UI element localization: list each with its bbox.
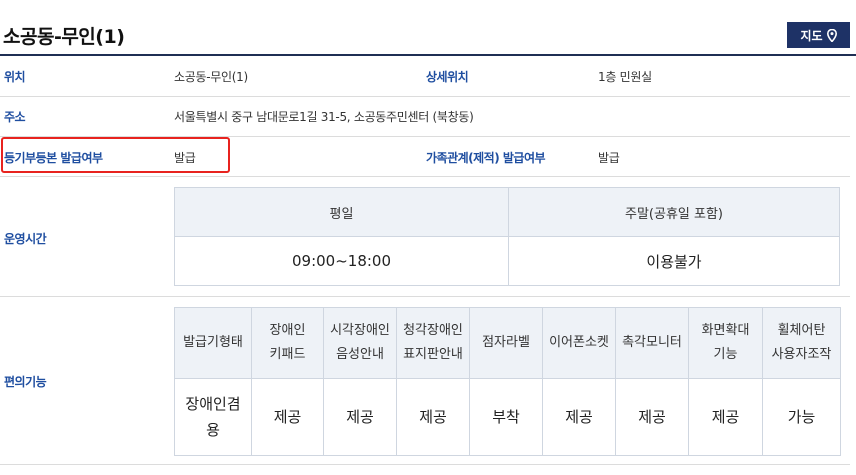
conv-header-kiosk-type: 발급기형태 [174, 307, 252, 379]
map-button[interactable]: 지도 [787, 22, 850, 48]
hours-table: 평일 주말(공휴일 포함) 09:00~18:00 이용불가 [174, 187, 840, 286]
hours-weekday-value: 09:00~18:00 [174, 236, 509, 286]
address-value: 서울특별시 중구 남대문로1길 31-5, 소공동주민센터 (북창동) [174, 110, 474, 124]
conv-value-keypad: 제공 [251, 378, 324, 456]
hours-label: 운영시간 [4, 232, 47, 246]
conv-header-voice-guide: 시각장애인 음성안내 [323, 307, 397, 379]
address-row: 주소 서울특별시 중구 남대문로1길 31-5, 소공동주민센터 (북창동) [0, 96, 850, 137]
conv-value-tactile: 제공 [615, 378, 689, 456]
conv-header-earphone: 이어폰소켓 [542, 307, 616, 379]
family-value: 발급 [598, 151, 620, 165]
detail-location-label: 상세위치 [426, 70, 469, 84]
conv-value-sign-guide: 제공 [396, 378, 470, 456]
location-value: 소공동-무인(1) [174, 70, 248, 84]
conv-header-zoom: 화면확대 기능 [688, 307, 763, 379]
convenience-table: 발급기형태 장애인 키패드 시각장애인 음성안내 청각장애인 표지판안내 점자라… [174, 307, 841, 456]
conv-header-sign-guide: 청각장애인 표지판안내 [396, 307, 470, 379]
conv-value-earphone: 제공 [542, 378, 616, 456]
hours-header-weekend: 주말(공휴일 포함) [508, 187, 840, 237]
conv-value-braille: 부착 [469, 378, 543, 456]
conv-value-kiosk-type: 장애인겸 용 [174, 378, 252, 456]
conv-header-tactile: 촉각모니터 [615, 307, 689, 379]
page-title: 소공동-무인(1) [3, 26, 125, 48]
location-row: 위치 소공동-무인(1) 상세위치 1층 민원실 [0, 56, 850, 97]
highlight-box [1, 137, 230, 173]
title-bar: 소공동-무인(1) 지도 [0, 0, 856, 56]
hours-header-weekday: 평일 [174, 187, 509, 237]
map-pin-icon [826, 28, 837, 42]
conv-header-wheelchair: 휠체어탄 사용자조작 [762, 307, 841, 379]
family-label: 가족관계(제적) 발급여부 [426, 151, 546, 165]
address-label: 주소 [4, 110, 26, 124]
conv-value-voice-guide: 제공 [323, 378, 397, 456]
hours-weekend-value: 이용불가 [508, 236, 840, 286]
detail-location-value: 1층 민원실 [598, 70, 652, 84]
conv-header-keypad: 장애인 키패드 [251, 307, 324, 379]
convenience-label: 편의기능 [4, 375, 47, 389]
conv-header-braille: 점자라벨 [469, 307, 543, 379]
conv-value-zoom: 제공 [688, 378, 763, 456]
location-label: 위치 [4, 70, 26, 84]
map-button-label: 지도 [800, 28, 823, 43]
conv-value-wheelchair: 가능 [762, 378, 841, 456]
